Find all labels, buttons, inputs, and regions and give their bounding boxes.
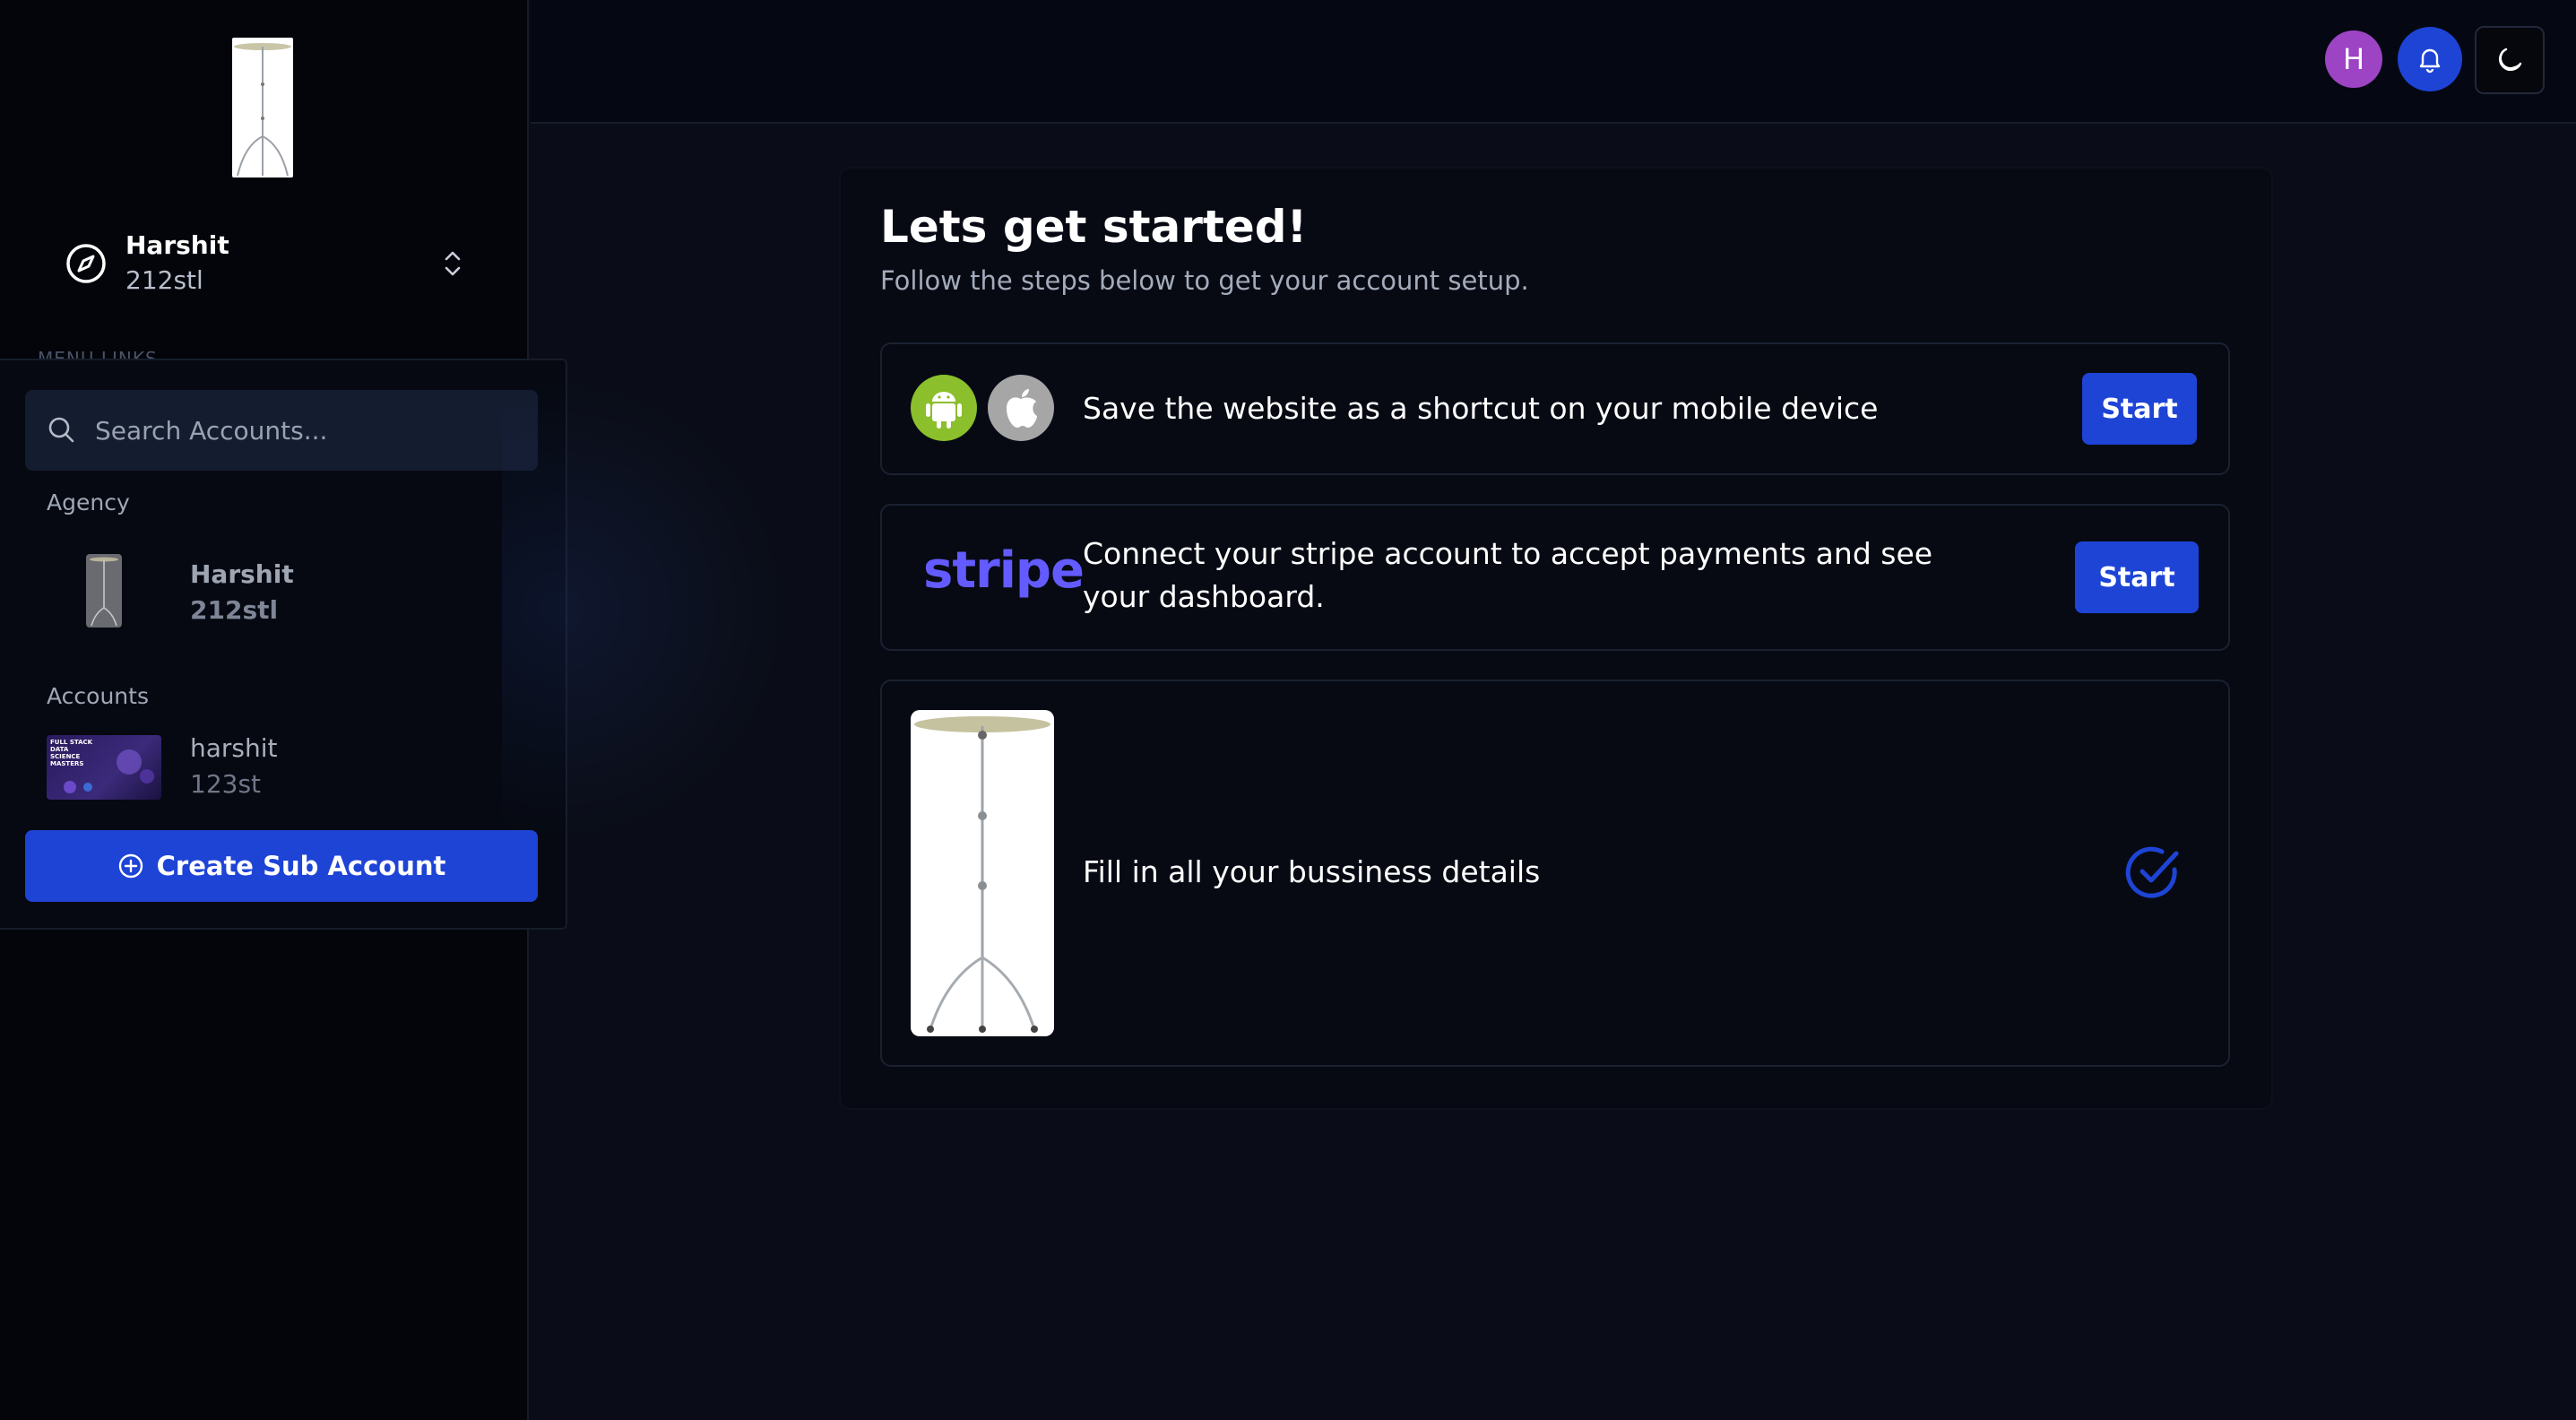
page-title: Lets get started! [880, 201, 1308, 253]
sub-account-item[interactable]: FULL STACK DATA SCIENCE MASTERS harshit … [25, 723, 538, 809]
agency-thumbnail [86, 554, 122, 628]
search-icon [48, 417, 74, 443]
switcher-account-name: Harshit [125, 230, 229, 260]
search-input[interactable] [93, 414, 527, 446]
check-circle-icon [2125, 846, 2179, 898]
moon-icon [2499, 48, 2522, 71]
agency-sub: 212stl [190, 595, 279, 625]
notifications-button[interactable] [2398, 27, 2462, 91]
chevrons-up-down-icon [445, 251, 461, 276]
agency-group-label: Agency [47, 489, 130, 515]
plus-circle-icon [118, 853, 143, 879]
create-sub-account-button[interactable]: Create Sub Account [25, 830, 538, 902]
step-stripe-text: Connect your stripe account to accept pa… [1083, 536, 1933, 614]
create-sub-account-label: Create Sub Account [156, 851, 446, 881]
account-dropdown: Agency Harshit 212stl Accounts FULL STAC… [0, 359, 567, 930]
step-business-text: Fill in all your bussiness details [1083, 854, 1541, 889]
user-avatar[interactable]: H [2325, 30, 2382, 88]
start-mobile-button[interactable]: Start [2082, 373, 2197, 445]
search-accounts[interactable] [25, 390, 538, 471]
business-logo-image [911, 710, 1054, 1036]
bell-icon [2419, 48, 2441, 74]
compass-icon [66, 244, 106, 283]
top-bar [531, 0, 2576, 124]
agency-logo[interactable] [232, 38, 293, 178]
apple-icon [988, 375, 1054, 441]
accounts-group-label: Accounts [47, 683, 149, 709]
sub-account-sub: 123st [190, 769, 262, 799]
page-subtitle: Follow the steps below to get your accou… [880, 265, 1529, 296]
agency-name: Harshit [190, 559, 294, 589]
background-glow [502, 377, 789, 843]
account-switcher[interactable]: Harshit 212stl [36, 222, 466, 305]
theme-toggle-button[interactable] [2475, 26, 2545, 94]
agency-account-item[interactable]: Harshit 212stl [25, 547, 538, 633]
android-icon [911, 375, 977, 441]
step-mobile-text: Save the website as a shortcut on your m… [1083, 391, 1879, 426]
start-stripe-button[interactable]: Start [2075, 541, 2199, 613]
sub-account-thumbnail: FULL STACK DATA SCIENCE MASTERS [47, 735, 161, 800]
sub-account-name: harshit [190, 733, 278, 763]
stripe-logo: stripe [923, 541, 1085, 600]
switcher-account-sub: 212stl [125, 265, 203, 295]
